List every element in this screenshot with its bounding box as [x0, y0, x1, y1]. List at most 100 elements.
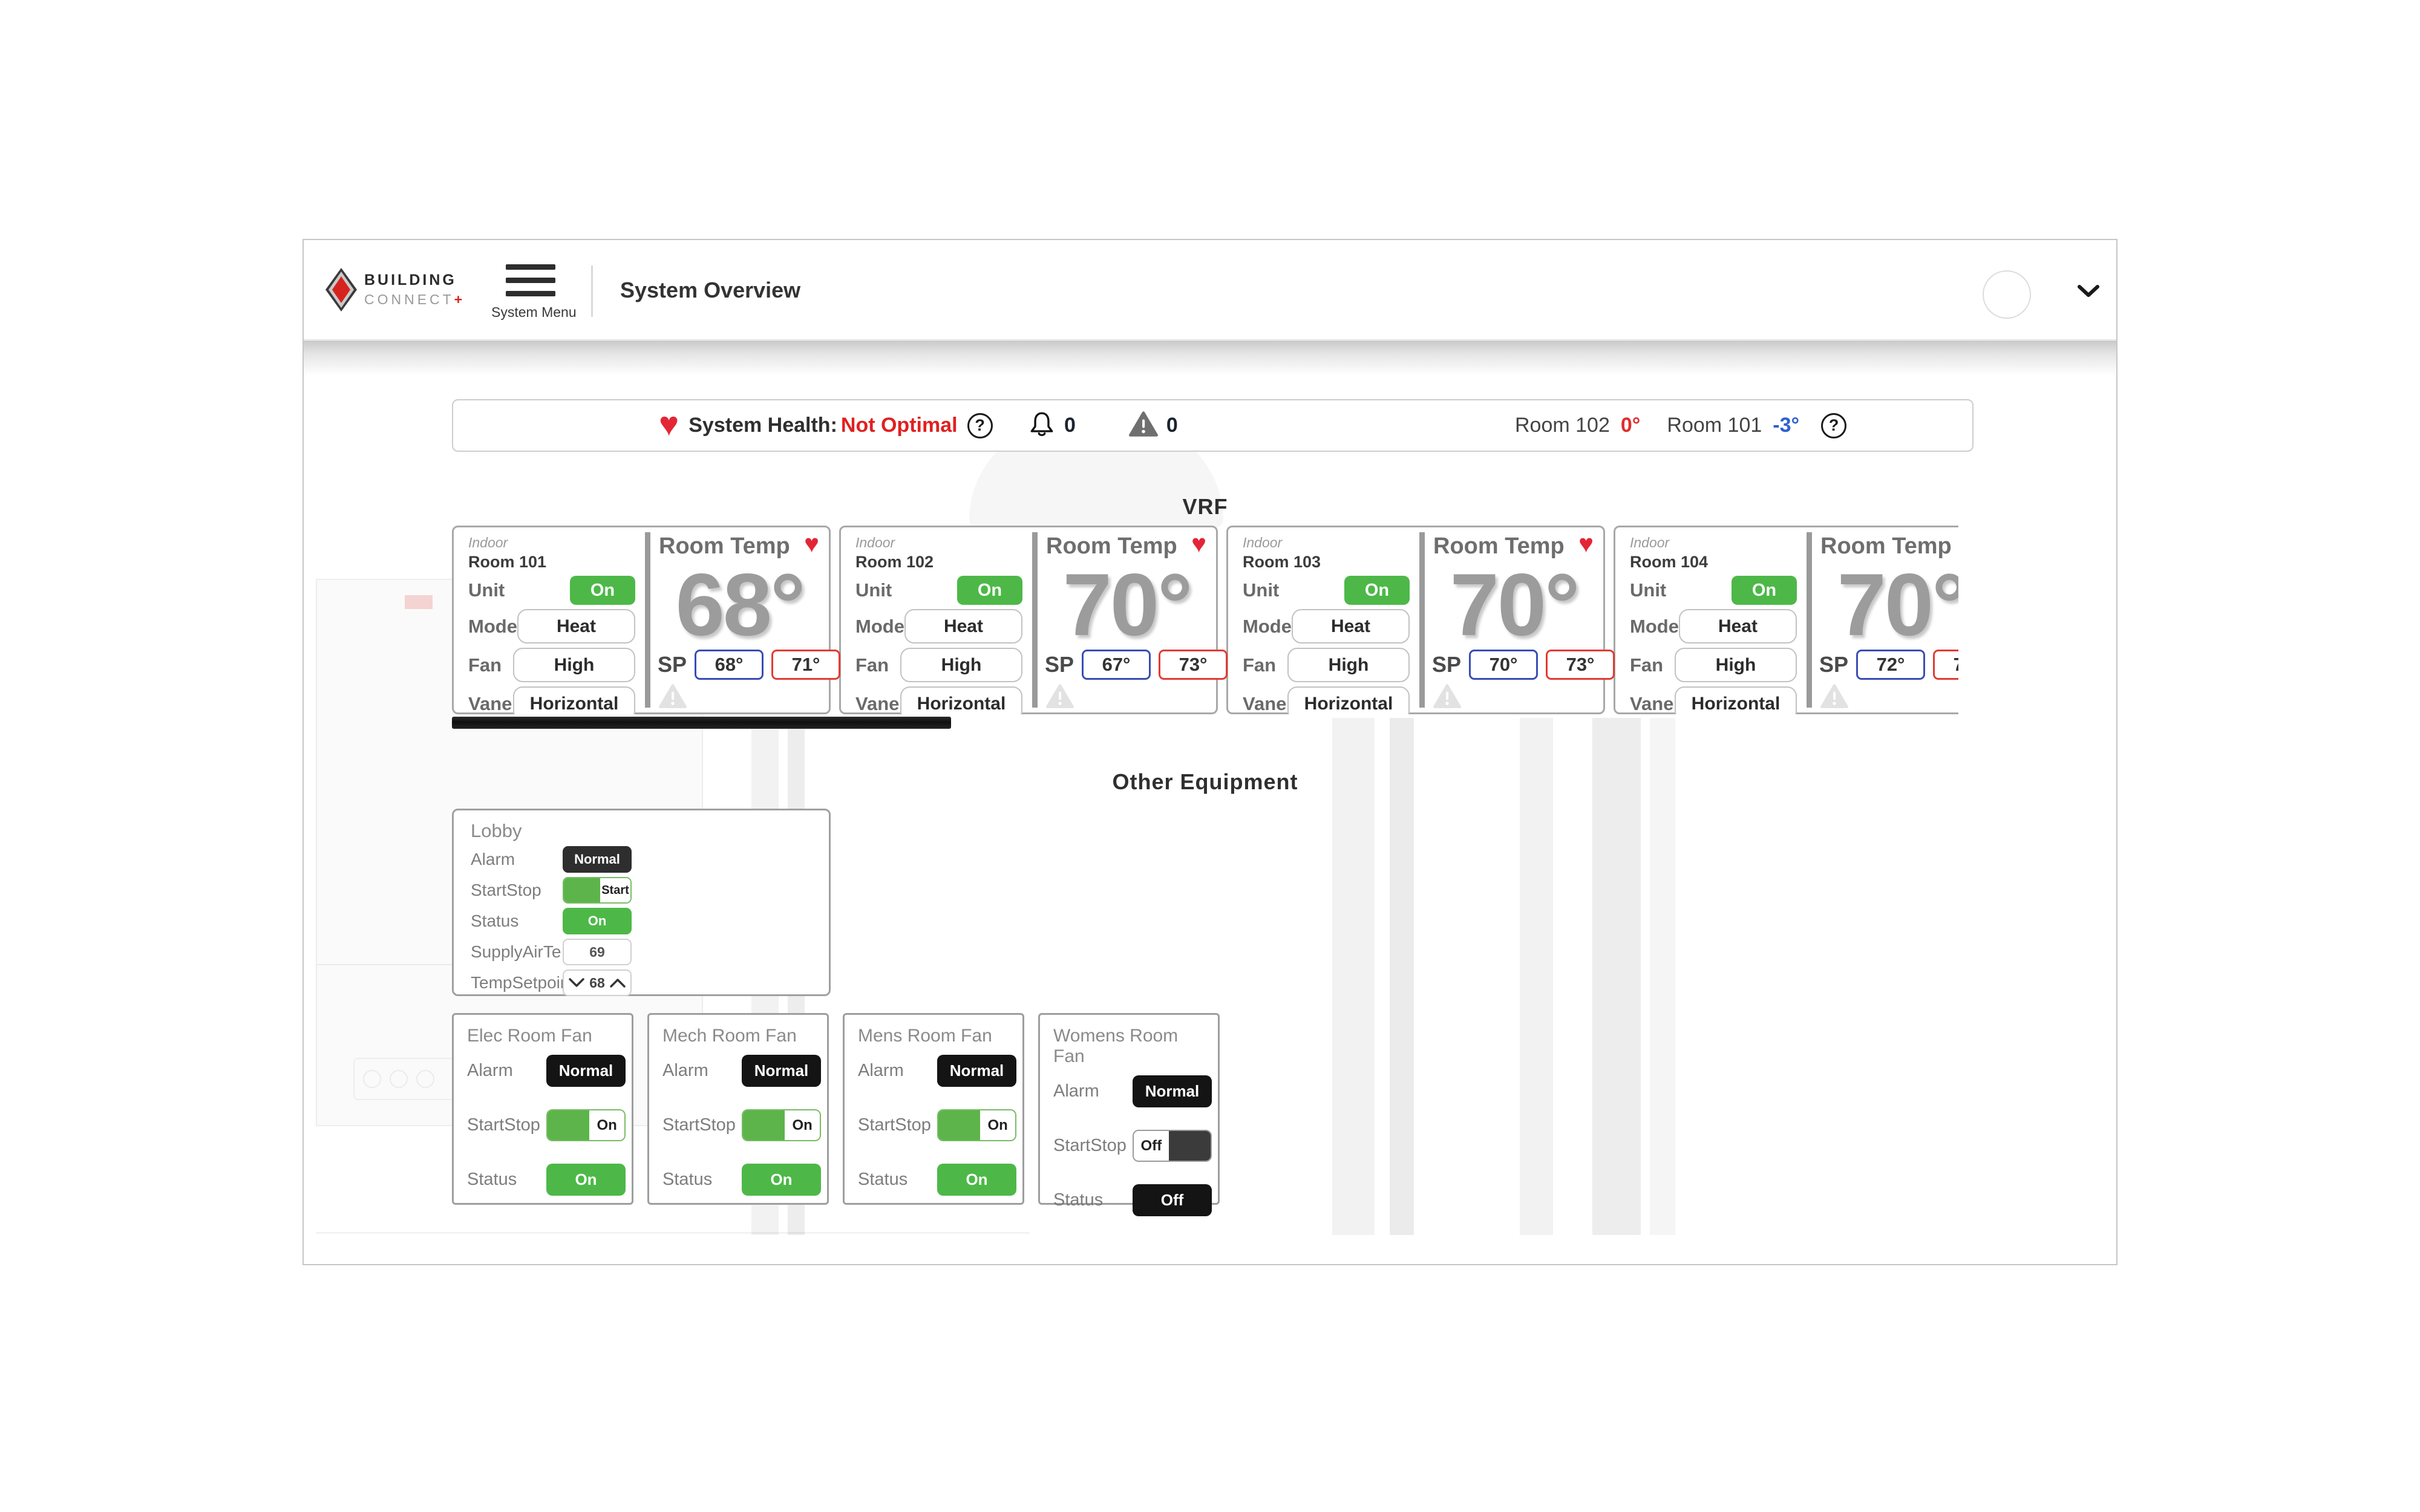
status-badge: On: [563, 908, 632, 934]
equipment-title: Lobby: [471, 820, 812, 842]
card-divider: [1807, 532, 1812, 708]
header-divider: [591, 266, 593, 317]
user-avatar[interactable]: [1983, 270, 2031, 319]
vrf-controls-panel: Indoor Room 101 UnitOn ModeHeat FanHigh …: [454, 527, 645, 712]
unit-power-button[interactable]: On: [570, 576, 635, 605]
status-label: Status: [471, 911, 563, 931]
equipment-title: Elec Room Fan: [467, 1026, 626, 1046]
toggle-fill: [548, 1110, 589, 1140]
room-temp-value: -3°: [1773, 414, 1799, 437]
vane-select[interactable]: Horizontal: [1287, 686, 1410, 714]
toggle-fill: [743, 1110, 785, 1140]
setpoint-low[interactable]: 68°: [695, 650, 764, 680]
fan-select[interactable]: High: [513, 648, 635, 682]
startstop-toggle[interactable]: Start: [563, 877, 632, 904]
health-help-icon[interactable]: ?: [967, 413, 993, 438]
startstop-label: StartStop: [471, 881, 563, 900]
setpoint-decrease-chevron-down-icon[interactable]: [569, 978, 584, 988]
vrf-controls-panel: Indoor Room 103 UnitOn ModeHeat FanHigh …: [1228, 527, 1419, 712]
unit-type-label: Indoor: [1243, 535, 1410, 551]
startstop-toggle[interactable]: On: [546, 1109, 626, 1141]
startstop-label: StartStop: [662, 1115, 736, 1135]
fan-select[interactable]: High: [1675, 648, 1797, 682]
vane-select[interactable]: Horizontal: [1675, 686, 1797, 714]
mode-label: Mode: [855, 616, 904, 637]
supply-air-temp-label: SupplyAirTe: [471, 942, 563, 962]
brand-line2-text: CONNECT: [364, 292, 454, 307]
unit-power-button[interactable]: On: [1732, 576, 1797, 605]
vrf-unit-card-room-103: Indoor Room 103 UnitOn ModeHeat FanHigh …: [1226, 526, 1605, 714]
alarm-label: Alarm: [662, 1061, 708, 1081]
vrf-unit-card-room-102: Indoor Room 102 UnitOn ModeHeat FanHigh …: [839, 526, 1218, 714]
vrf-controls-panel: Indoor Room 102 UnitOn ModeHeat FanHigh …: [841, 527, 1032, 712]
setpoint-row: SP 68° 71°: [658, 650, 840, 680]
fan-cards-row: Elec Room Fan Alarm Normal StartStop On S…: [452, 1013, 1220, 1205]
unit-room-name: Room 102: [855, 553, 1022, 572]
unit-type-label: Indoor: [855, 535, 1022, 551]
setpoint-high[interactable]: 73°: [1546, 650, 1615, 680]
setpoint-high[interactable]: 73°: [1159, 650, 1228, 680]
app-window: BUILDING CONNECT+ System Menu System Ove…: [302, 239, 2118, 1265]
room-temp-reading: 68°: [650, 554, 829, 656]
brand-line2: CONNECT+: [364, 292, 465, 308]
unit-label: Unit: [1630, 579, 1666, 601]
fan-select[interactable]: High: [1287, 648, 1410, 682]
startstop-label: StartStop: [1053, 1136, 1127, 1156]
alarm-status-badge: Normal: [742, 1055, 821, 1087]
unit-power-button[interactable]: On: [1344, 576, 1410, 605]
warning-triangle-icon[interactable]: [1129, 411, 1158, 440]
brand-text: BUILDING CONNECT+: [364, 272, 465, 308]
fan-card-mech-room: Mech Room Fan AlarmNormal StartStop On S…: [647, 1013, 829, 1205]
unit-power-button[interactable]: On: [957, 576, 1022, 605]
mode-select[interactable]: Heat: [1292, 609, 1410, 644]
vane-select[interactable]: Horizontal: [513, 686, 635, 714]
vane-label: Vane: [1630, 693, 1673, 715]
warning-triangle-icon: [1820, 683, 1848, 709]
temp-setpoint-stepper[interactable]: 68: [563, 969, 632, 996]
startstop-toggle[interactable]: On: [937, 1109, 1016, 1141]
unit-label: Unit: [855, 579, 892, 601]
toggle-state-label: On: [785, 1110, 820, 1140]
setpoint-low[interactable]: 72°: [1856, 650, 1925, 680]
setpoint-low[interactable]: 70°: [1469, 650, 1538, 680]
vrf-temp-panel: Room Temp ♥ 70° SP 67° 73°: [1038, 527, 1216, 712]
setpoint-increase-chevron-up-icon[interactable]: [610, 978, 626, 988]
setpoint-high[interactable]: 71°: [771, 650, 840, 680]
setpoint-label: SP: [1432, 652, 1461, 677]
startstop-toggle[interactable]: On: [742, 1109, 821, 1141]
unit-label: Unit: [1243, 579, 1279, 601]
setpoint-high[interactable]: 73°: [1933, 650, 1958, 680]
setpoint-low[interactable]: 67°: [1082, 650, 1151, 680]
startstop-toggle[interactable]: Off: [1133, 1130, 1212, 1162]
vrf-temp-panel: Room Temp ♥ 70° SP 70° 73°: [1425, 527, 1603, 712]
app-header: BUILDING CONNECT+ System Menu System Ove…: [304, 240, 2116, 340]
room-temp-name: Room 101: [1667, 414, 1762, 437]
vrf-controls-panel: Indoor Room 104 UnitOn ModeHeat FanHigh …: [1615, 527, 1807, 712]
equipment-title: Mech Room Fan: [662, 1026, 822, 1046]
alarm-label: Alarm: [858, 1061, 904, 1081]
vane-select[interactable]: Horizontal: [900, 686, 1022, 714]
vane-label: Vane: [468, 693, 512, 715]
mode-select[interactable]: Heat: [517, 609, 635, 644]
header-shadow: [304, 341, 2116, 376]
system-menu-button[interactable]: System Menu: [491, 264, 570, 321]
scrollbar-thumb[interactable]: [452, 717, 951, 729]
mode-label: Mode: [468, 616, 517, 637]
unit-type-label: Indoor: [468, 535, 635, 551]
fan-select[interactable]: High: [900, 648, 1022, 682]
vrf-section-title: VRF: [452, 494, 1958, 520]
startstop-label: StartStop: [467, 1115, 540, 1135]
mode-label: Mode: [1630, 616, 1679, 637]
mode-select[interactable]: Heat: [904, 609, 1022, 644]
other-equipment-section-title: Other Equipment: [452, 769, 1958, 795]
room-temps-help-icon[interactable]: ?: [1821, 413, 1846, 438]
account-chevron-down-icon[interactable]: [2076, 284, 2101, 301]
toggle-state-label: On: [980, 1110, 1015, 1140]
mode-select[interactable]: Heat: [1679, 609, 1797, 644]
unit-room-name: Room 104: [1630, 553, 1797, 572]
vrf-temp-panel: Room Temp ♥ 68° SP 68° 71°: [650, 527, 829, 712]
bell-icon[interactable]: [1028, 409, 1056, 442]
unit-room-name: Room 101: [468, 553, 635, 572]
status-badge: On: [546, 1164, 626, 1196]
room-temp-reading: 70°: [1425, 554, 1603, 656]
